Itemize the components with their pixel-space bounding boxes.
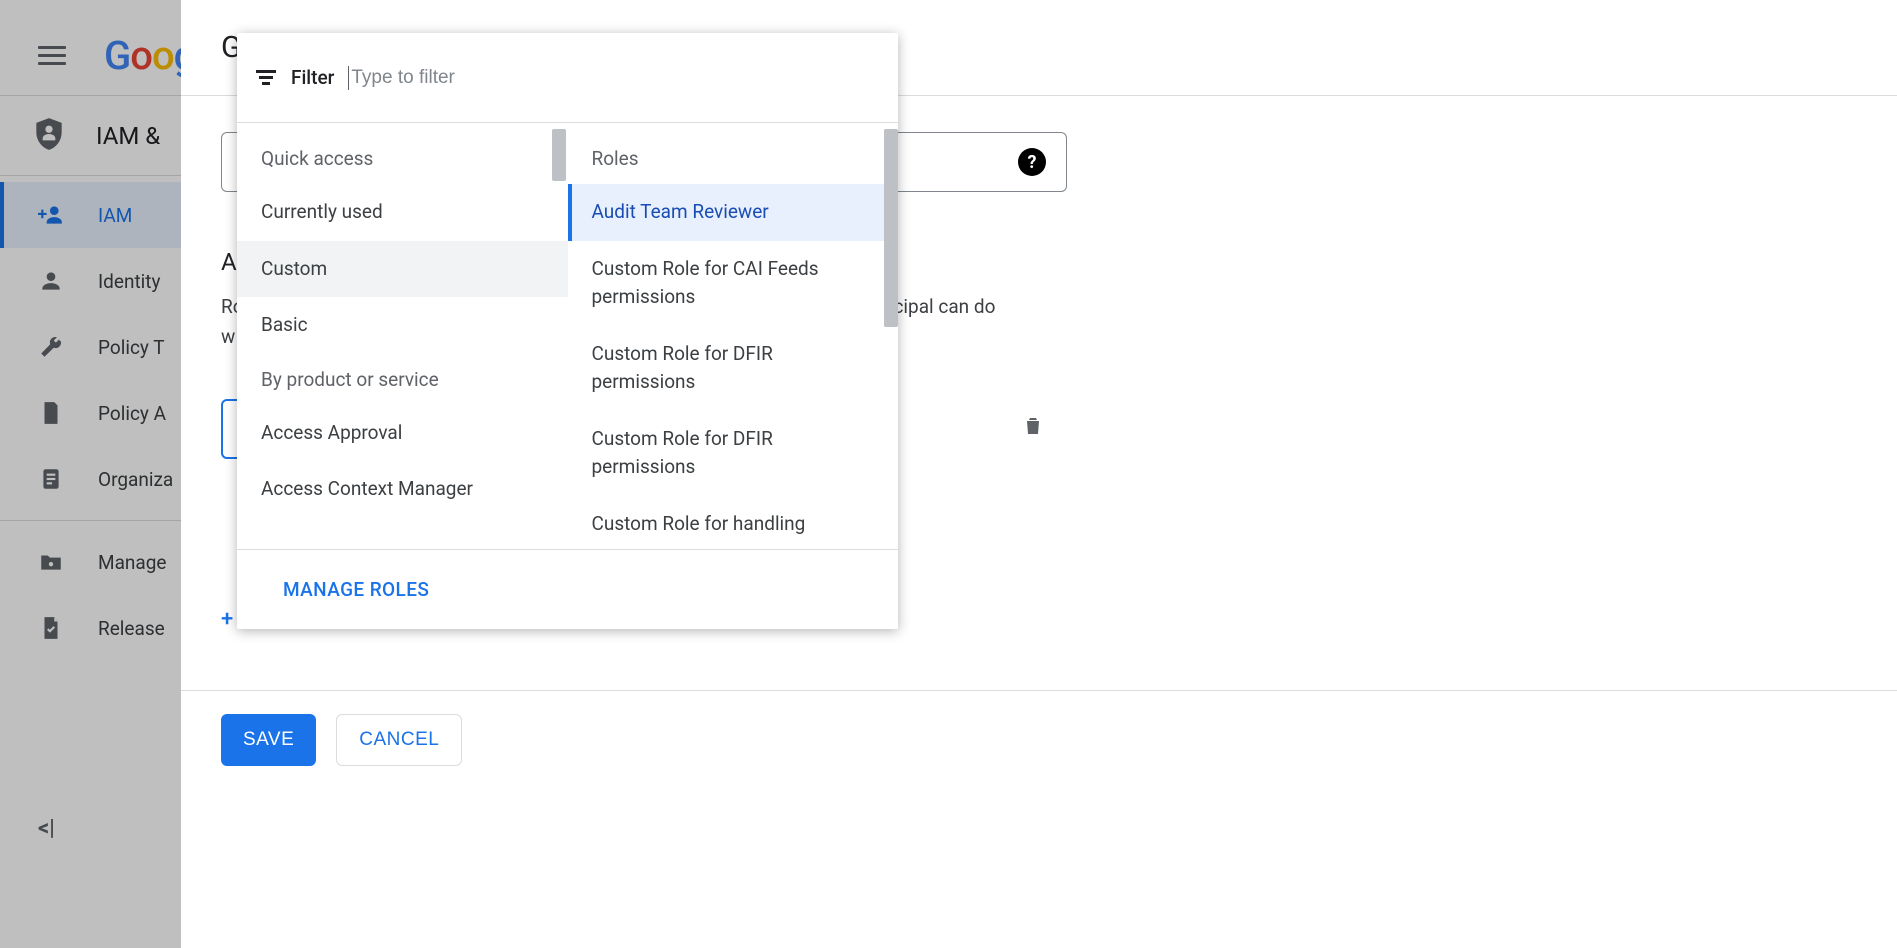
dropdown-roles-column: Roles Audit Team Reviewer Custom Role fo… <box>568 123 899 549</box>
dropdown-categories-column: Quick access Currently used Custom Basic… <box>237 123 568 549</box>
by-product-header: By product or service <box>237 354 568 405</box>
category-access-context-manager[interactable]: Access Context Manager <box>237 461 568 518</box>
roles-header: Roles <box>568 123 899 184</box>
delete-icon[interactable] <box>1021 414 1045 444</box>
divider <box>181 690 1897 691</box>
help-icon[interactable]: ? <box>1018 148 1046 176</box>
category-custom[interactable]: Custom <box>237 241 568 298</box>
role-option[interactable]: Custom Role for handling <box>568 496 899 550</box>
category-basic[interactable]: Basic <box>237 297 568 354</box>
scrollbar-thumb[interactable] <box>884 129 898 327</box>
category-currently-used[interactable]: Currently used <box>237 184 568 241</box>
role-option[interactable]: Custom Role for CAI Feeds permissions <box>568 241 899 326</box>
role-option[interactable]: Audit Team Reviewer <box>568 184 899 241</box>
save-button[interactable]: SAVE <box>221 714 316 766</box>
cancel-button[interactable]: CANCEL <box>336 714 462 766</box>
filter-input[interactable] <box>348 66 880 90</box>
role-option[interactable]: Custom Role for DFIR permissions <box>568 411 899 496</box>
scrollbar-thumb[interactable] <box>552 129 566 181</box>
dropdown-footer: MANAGE ROLES <box>237 549 898 629</box>
role-option[interactable]: Custom Role for DFIR permissions <box>568 326 899 411</box>
role-picker-dropdown: Filter Quick access Currently used Custo… <box>237 33 898 629</box>
quick-access-header: Quick access <box>237 123 568 184</box>
category-access-approval[interactable]: Access Approval <box>237 405 568 462</box>
dropdown-filter-bar: Filter <box>237 33 898 123</box>
manage-roles-link[interactable]: MANAGE ROLES <box>283 578 429 601</box>
filter-label: Filter <box>291 66 334 89</box>
modal-backdrop <box>0 0 181 948</box>
filter-icon <box>255 70 277 85</box>
plus-icon: + <box>221 607 234 632</box>
